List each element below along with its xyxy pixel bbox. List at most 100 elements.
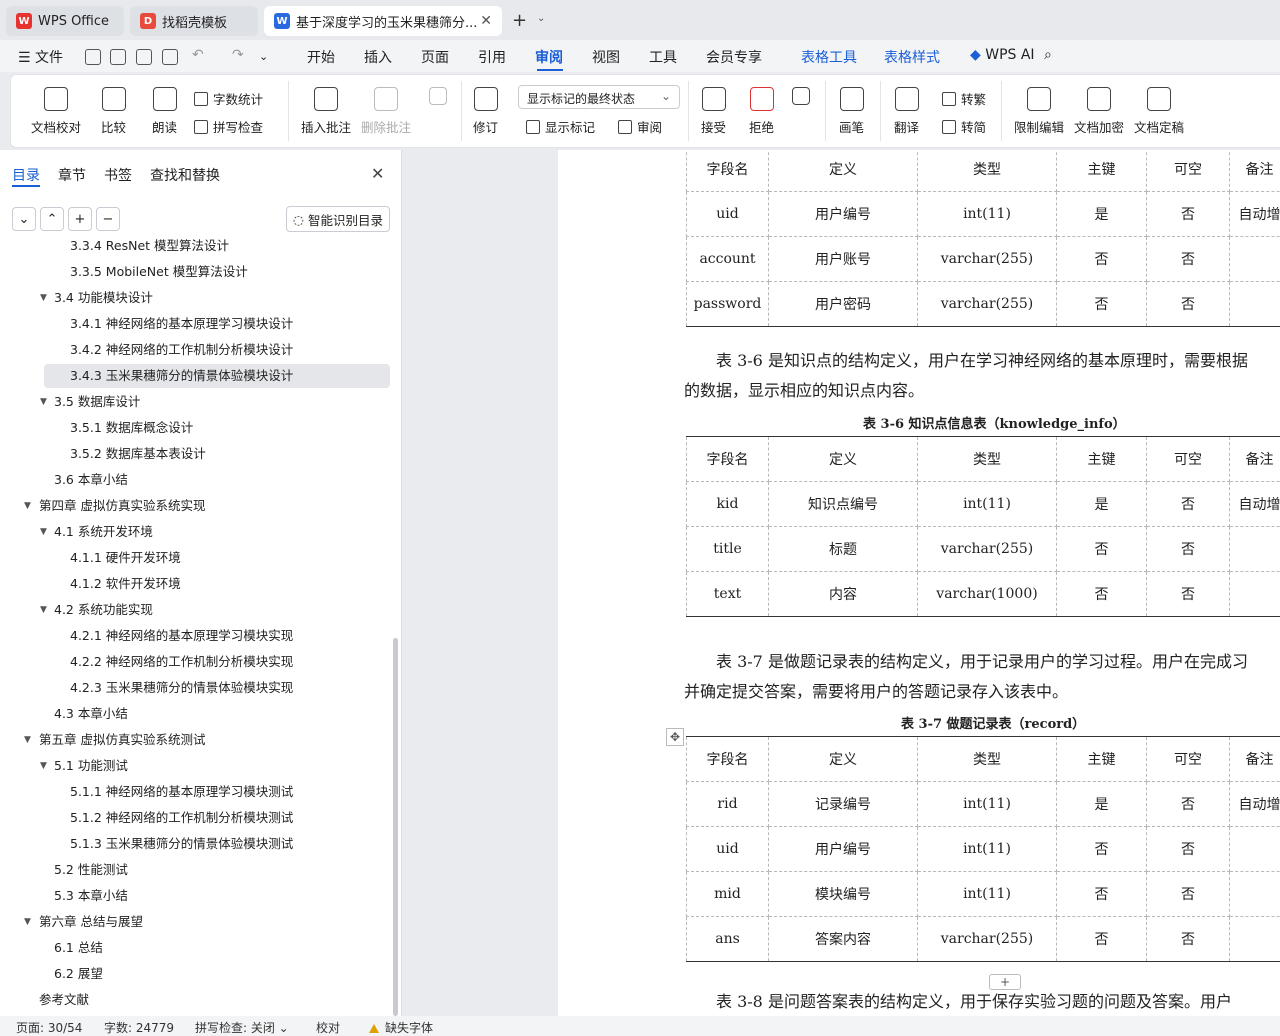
table-cell[interactable]: 知识点编号 [768,481,918,527]
table-cell[interactable]: 可空 [1146,150,1230,192]
table-cell[interactable]: 是 [1056,481,1147,527]
table-cell[interactable]: 定义 [768,736,918,782]
table-cell[interactable]: text [686,571,769,617]
table-cell[interactable]: int(11) [917,481,1057,527]
table-cell[interactable]: 答案内容 [768,916,918,962]
table-cell[interactable]: 记录编号 [768,781,918,827]
comment-nav-button[interactable] [429,87,447,111]
spell-check-button[interactable]: 拼写检查 [194,117,263,136]
table-cell[interactable]: 字段名 [686,436,769,482]
table-cell[interactable]: mid [686,871,769,917]
table-cell[interactable]: rid [686,781,769,827]
table-cell[interactable] [1229,826,1280,872]
status-missing-font[interactable]: 缺失字体 [369,1019,433,1036]
table-cell[interactable]: int(11) [917,826,1057,872]
restrict-edit-button[interactable]: 限制编辑 [1014,87,1064,136]
toc-item[interactable]: 5.2 性能测试 [0,858,390,882]
table-cell[interactable]: ans [686,916,769,962]
table-cell[interactable] [1229,526,1280,572]
compare-button[interactable]: 比较 [101,87,126,136]
table-cell[interactable]: 备注 [1229,736,1280,782]
table-cell[interactable]: 可空 [1146,436,1230,482]
insert-comment-button[interactable]: 插入批注 [301,87,351,136]
toc-item[interactable]: 4.3 本章小结 [0,702,390,726]
delete-comment-button[interactable]: 删除批注 [361,87,411,136]
table-cell[interactable] [1229,281,1280,327]
toc-item[interactable]: 3.5.2 数据库基本表设计 [0,442,390,466]
toc-item[interactable]: 4.2.2 神经网络的工作机制分析模块实现 [0,650,390,674]
table-cell[interactable]: 否 [1056,526,1147,572]
table-cell[interactable]: 主键 [1056,436,1147,482]
table-cell[interactable]: password [686,281,769,327]
table-cell[interactable]: 用户账号 [768,236,918,282]
table-cell[interactable]: 是 [1056,191,1147,237]
toc-item[interactable]: ▼ 第六章 总结与展望 [0,910,390,934]
menu-reference[interactable]: 引用 [478,47,506,67]
table-cell[interactable]: uid [686,826,769,872]
menu-table-tools[interactable]: 表格工具 [801,47,857,67]
table-cell[interactable]: 否 [1146,236,1230,282]
toc-item[interactable]: 4.2.1 神经网络的基本原理学习模块实现 [0,624,390,648]
expand-caret-icon[interactable]: ▼ [24,728,31,752]
table-cell[interactable]: 否 [1056,236,1147,282]
table-cell[interactable]: varchar(255) [917,281,1057,327]
toc-item[interactable]: 3.4.1 神经网络的基本原理学习模块设计 [0,312,390,336]
table-cell[interactable] [1229,236,1280,282]
table-cell[interactable]: 字段名 [686,150,769,192]
table-cell[interactable]: 备注 [1229,436,1280,482]
table-cell[interactable] [1229,571,1280,617]
expand-caret-icon[interactable]: ▼ [40,390,47,414]
table-cell[interactable]: 模块编号 [768,871,918,917]
word-count-button[interactable]: 字数统计 [194,89,263,108]
pane-tab-chapters[interactable]: 章节 [58,165,86,185]
toc-item[interactable]: ▼ 3.5 数据库设计 [0,390,390,414]
status-spell-check[interactable]: 拼写检查: 关闭 ⌄ [195,1019,289,1036]
expand-caret-icon[interactable]: ▼ [24,910,31,934]
toc-item[interactable]: 4.2.3 玉米果穗筛分的情景体验模块实现 [0,676,390,700]
prev-change-button[interactable] [792,87,810,111]
table-cell[interactable]: 否 [1146,526,1230,572]
markup-state-select[interactable]: 显示标记的最终状态 ⌄ [518,85,680,109]
to-simplified-button[interactable]: 转简 [942,117,986,136]
table-cell[interactable]: int(11) [917,781,1057,827]
collapse-all-button[interactable]: ⌄ [12,207,36,231]
table-cell[interactable]: 定义 [768,436,918,482]
table-cell[interactable]: 内容 [768,571,918,617]
table-cell[interactable]: int(11) [917,191,1057,237]
table-cell[interactable] [1229,916,1280,962]
table-cell[interactable]: 否 [1056,916,1147,962]
table-cell[interactable]: 主键 [1056,150,1147,192]
tab-docer-templates[interactable]: D 找稻壳模板 [130,6,258,36]
menu-tools[interactable]: 工具 [649,47,677,67]
quick-access-more-icon[interactable]: ⌄ [259,50,268,63]
table-cell[interactable]: title [686,526,769,572]
toc-item[interactable]: ▼ 3.4 功能模块设计 [0,286,390,310]
toc-item[interactable]: ▼ 5.1 功能测试 [0,754,390,778]
toc-item[interactable]: 3.3.4 ResNet 模型算法设计 [0,238,390,258]
toc-item[interactable]: 4.1.2 软件开发环境 [0,572,390,596]
menu-review[interactable]: 审阅 [535,47,563,67]
table-cell[interactable]: 类型 [917,736,1057,782]
reject-button[interactable]: 拒绝 [749,87,774,136]
table-cell[interactable]: 标题 [768,526,918,572]
chevron-down-icon[interactable]: ⌄ [537,13,545,24]
table-cell[interactable]: varchar(1000) [917,571,1057,617]
to-traditional-button[interactable]: 转繁 [942,89,986,108]
toc-item[interactable]: 3.5.1 数据库概念设计 [0,416,390,440]
toc-item[interactable]: 4.1.1 硬件开发环境 [0,546,390,570]
table-cell[interactable]: 否 [1056,871,1147,917]
undo-icon[interactable]: ↶ [192,47,204,63]
table-cell[interactable]: 定义 [768,150,918,192]
menu-view[interactable]: 视图 [592,47,620,67]
toc-item[interactable]: ▼ 4.1 系统开发环境 [0,520,390,544]
toc-item[interactable]: 5.3 本章小结 [0,884,390,908]
table-move-handle-icon[interactable]: ✥ [666,728,684,746]
table-cell[interactable]: 否 [1056,571,1147,617]
table-cell[interactable]: 是 [1056,781,1147,827]
toc-item[interactable]: 6.2 展望 [0,962,390,986]
toc-item[interactable]: 5.1.1 神经网络的基本原理学习模块测试 [0,780,390,804]
table-cell[interactable]: varchar(255) [917,916,1057,962]
expand-caret-icon[interactable]: ▼ [40,286,47,310]
status-proofread[interactable]: 校对 [316,1019,340,1036]
menu-table-style[interactable]: 表格样式 [884,47,940,67]
